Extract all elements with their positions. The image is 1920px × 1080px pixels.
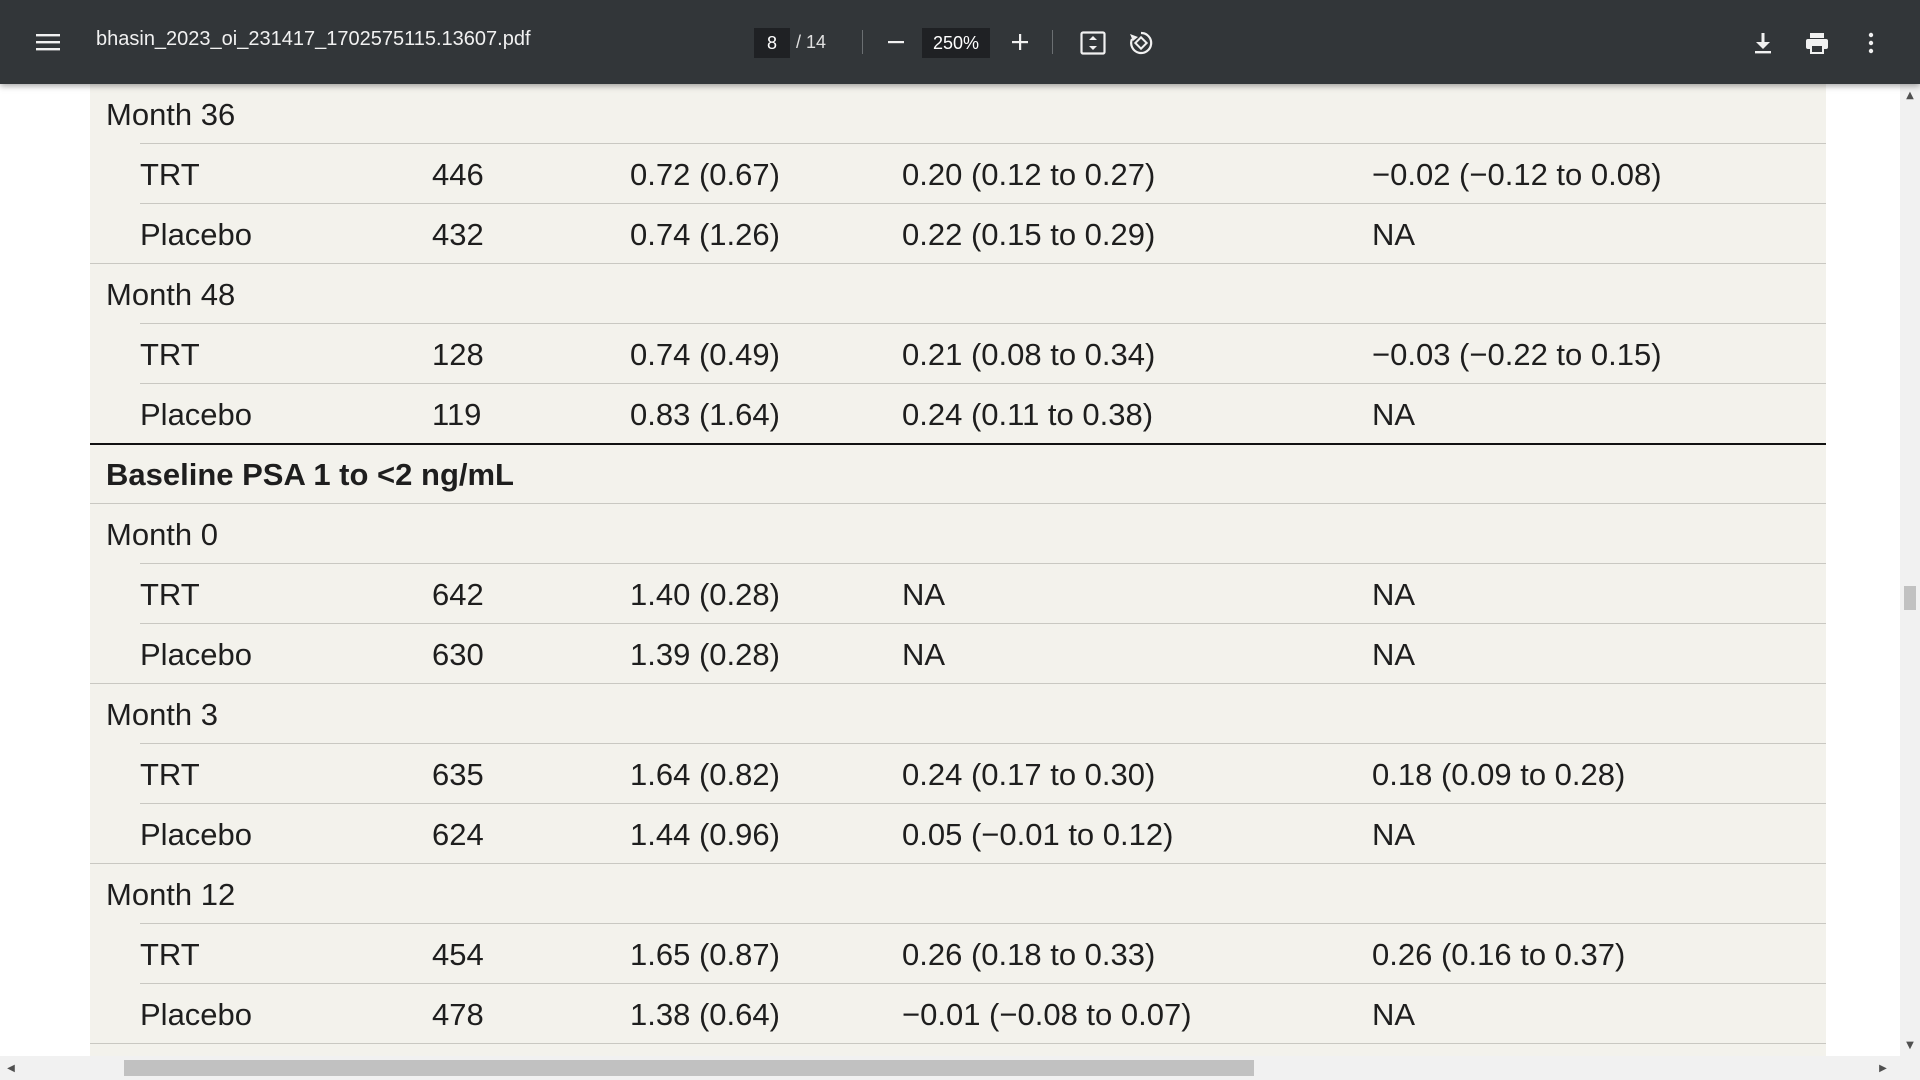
cell-change-ci: 0.24 (0.11 to 0.38) bbox=[902, 397, 1154, 432]
cell-mean-sd: 1.65 (0.87) bbox=[630, 937, 780, 972]
vertical-scroll-thumb[interactable] bbox=[1904, 586, 1916, 610]
page-total: / 14 bbox=[796, 32, 827, 52]
row-group-label: Placebo bbox=[140, 817, 253, 852]
timepoint-label: Month 3 bbox=[106, 697, 219, 732]
cell-change-ci: 0.22 (0.15 to 0.29) bbox=[902, 217, 1156, 252]
table-row: TRT 128 0.74 (0.49) 0.21 (0.08 to 0.34) −0.0… bbox=[90, 324, 1826, 384]
pdf-toolbar: bhasin_2023_oi_231417_1702575115.13607.p… bbox=[0, 0, 1920, 84]
cell-difference-ci: NA bbox=[1372, 817, 1416, 852]
document-title: bhasin_2023_oi_231417_1702575115.13607.p… bbox=[96, 28, 531, 50]
horizontal-scrollbar[interactable]: ◀ ▶ bbox=[0, 1056, 1920, 1080]
row-group-label: Placebo bbox=[140, 397, 253, 432]
cell-n: 446 bbox=[432, 157, 484, 192]
cell-n: 128 bbox=[432, 337, 484, 372]
download-icon[interactable] bbox=[1744, 24, 1782, 62]
cell-mean-sd: 1.39 (0.28) bbox=[630, 637, 780, 672]
timepoint-label: Month 36 bbox=[106, 97, 236, 132]
scroll-down-arrow-icon[interactable]: ▼ bbox=[1904, 1038, 1916, 1052]
cell-difference-ci: −0.03 (−0.22 to 0.15) bbox=[1372, 337, 1662, 372]
cell-n: 630 bbox=[432, 637, 484, 672]
table-group-header: Month 3 bbox=[90, 684, 1826, 744]
cell-mean-sd: 0.72 (0.67) bbox=[630, 157, 780, 192]
cell-change-ci: 0.24 (0.17 to 0.30) bbox=[902, 757, 1156, 792]
cell-mean-sd: 0.74 (0.49) bbox=[630, 337, 780, 372]
table-row: Placebo 478 1.38 (0.64) −0.01 (−0.08 to 0.0… bbox=[90, 984, 1826, 1044]
cell-n: 635 bbox=[432, 757, 484, 792]
horizontal-scroll-thumb[interactable] bbox=[124, 1060, 1254, 1076]
plus-icon[interactable] bbox=[1002, 24, 1038, 60]
fit-page-icon[interactable] bbox=[1074, 24, 1112, 62]
cell-n: 478 bbox=[432, 997, 484, 1032]
pdf-viewer: Month 36 TRT 446 0.72 (0.67) 0.20 (0.12 to 0… bbox=[0, 84, 1900, 1056]
row-divider bbox=[90, 1043, 1826, 1044]
cell-n: 624 bbox=[432, 817, 484, 852]
cell-mean-sd: 1.38 (0.64) bbox=[630, 997, 780, 1032]
pdf-page: Month 36 TRT 446 0.72 (0.67) 0.20 (0.12 to 0… bbox=[90, 84, 1826, 1056]
timepoint-label: Month 0 bbox=[106, 517, 219, 552]
row-group-label: TRT bbox=[140, 577, 200, 612]
section-title: Baseline PSA 1 to <2 ng/mL bbox=[106, 457, 514, 492]
zoom-level-field[interactable]: 250% bbox=[922, 28, 990, 58]
cell-change-ci: NA bbox=[902, 577, 946, 612]
cell-mean-sd: 1.64 (0.82) bbox=[630, 757, 780, 792]
table-group-header: Month 0 bbox=[90, 504, 1826, 564]
table-row: TRT 635 1.64 (0.82) 0.24 (0.17 to 0.30) 0.18… bbox=[90, 744, 1826, 804]
scroll-right-arrow-icon[interactable]: ▶ bbox=[1876, 1060, 1890, 1076]
cell-n: 454 bbox=[432, 937, 484, 972]
page-number-input[interactable] bbox=[754, 28, 790, 58]
timepoint-label: Month 12 bbox=[106, 877, 236, 912]
row-group-label: TRT bbox=[140, 757, 200, 792]
cell-mean-sd: 1.44 (0.96) bbox=[630, 817, 780, 852]
cell-change-ci: 0.26 (0.18 to 0.33) bbox=[902, 937, 1156, 972]
cell-n: 432 bbox=[432, 217, 484, 252]
cell-change-ci: NA bbox=[902, 637, 946, 672]
scroll-up-arrow-icon[interactable]: ▲ bbox=[1904, 88, 1916, 102]
cell-difference-ci: NA bbox=[1372, 217, 1416, 252]
cell-difference-ci: NA bbox=[1372, 397, 1416, 432]
table-row: Placebo 432 0.74 (1.26) 0.22 (0.15 to 0.29)… bbox=[90, 204, 1826, 264]
row-group-label: Placebo bbox=[140, 217, 253, 252]
cell-difference-ci: NA bbox=[1372, 637, 1416, 672]
table-row: TRT 446 0.72 (0.67) 0.20 (0.12 to 0.27) −0.0… bbox=[90, 144, 1826, 204]
cell-mean-sd: 0.74 (1.26) bbox=[630, 217, 780, 252]
row-group-label: TRT bbox=[140, 937, 200, 972]
cell-difference-ci: NA bbox=[1372, 577, 1416, 612]
table-group-header: Month 12 bbox=[90, 864, 1826, 924]
row-group-label: Placebo bbox=[140, 637, 253, 672]
cell-n: 642 bbox=[432, 577, 484, 612]
cell-change-ci: 0.20 (0.12 to 0.27) bbox=[902, 157, 1156, 192]
table-row: Placebo 624 1.44 (0.96) 0.05 (−0.01 to 0.12… bbox=[90, 804, 1826, 864]
table-row: TRT 454 1.65 (0.87) 0.26 (0.18 to 0.33) 0.26… bbox=[90, 924, 1826, 984]
table-group-header: Month 48 bbox=[90, 264, 1826, 324]
rotate-icon[interactable] bbox=[1122, 24, 1160, 62]
row-group-label: TRT bbox=[140, 337, 200, 372]
toolbar-divider bbox=[1052, 30, 1053, 54]
cell-difference-ci: −0.02 (−0.12 to 0.08) bbox=[1372, 157, 1662, 192]
cell-difference-ci: 0.18 (0.09 to 0.28) bbox=[1372, 757, 1626, 792]
row-group-label: TRT bbox=[140, 157, 200, 192]
timepoint-label: Month 48 bbox=[106, 277, 236, 312]
table-section-header: Baseline PSA 1 to <2 ng/mL bbox=[90, 444, 1826, 504]
print-icon[interactable] bbox=[1798, 24, 1836, 62]
table-row: Placebo 119 0.83 (1.64) 0.24 (0.11 to 0.38)… bbox=[90, 384, 1826, 444]
row-group-label: Placebo bbox=[140, 997, 253, 1032]
cell-change-ci: 0.21 (0.08 to 0.34) bbox=[902, 337, 1156, 372]
cell-mean-sd: 1.40 (0.28) bbox=[630, 577, 780, 612]
table-group-header: Month 36 bbox=[90, 84, 1826, 144]
cell-difference-ci: 0.26 (0.16 to 0.37) bbox=[1372, 937, 1626, 972]
cell-change-ci: −0.01 (−0.08 to 0.07) bbox=[902, 997, 1192, 1032]
hamburger-menu-icon[interactable] bbox=[26, 22, 70, 62]
toolbar-divider bbox=[862, 30, 863, 54]
table-row: Placebo 630 1.39 (0.28) NA NA bbox=[90, 624, 1826, 684]
scroll-left-arrow-icon[interactable]: ◀ bbox=[4, 1060, 18, 1076]
minus-icon[interactable] bbox=[878, 24, 914, 60]
table-row: TRT 642 1.40 (0.28) NA NA bbox=[90, 564, 1826, 624]
more-vert-icon[interactable] bbox=[1852, 24, 1890, 62]
cell-n: 119 bbox=[432, 397, 482, 432]
cell-change-ci: 0.05 (−0.01 to 0.12) bbox=[902, 817, 1174, 852]
vertical-scrollbar[interactable]: ▲ ▼ bbox=[1900, 84, 1920, 1056]
cell-mean-sd: 0.83 (1.64) bbox=[630, 397, 780, 432]
cell-difference-ci: NA bbox=[1372, 997, 1416, 1032]
